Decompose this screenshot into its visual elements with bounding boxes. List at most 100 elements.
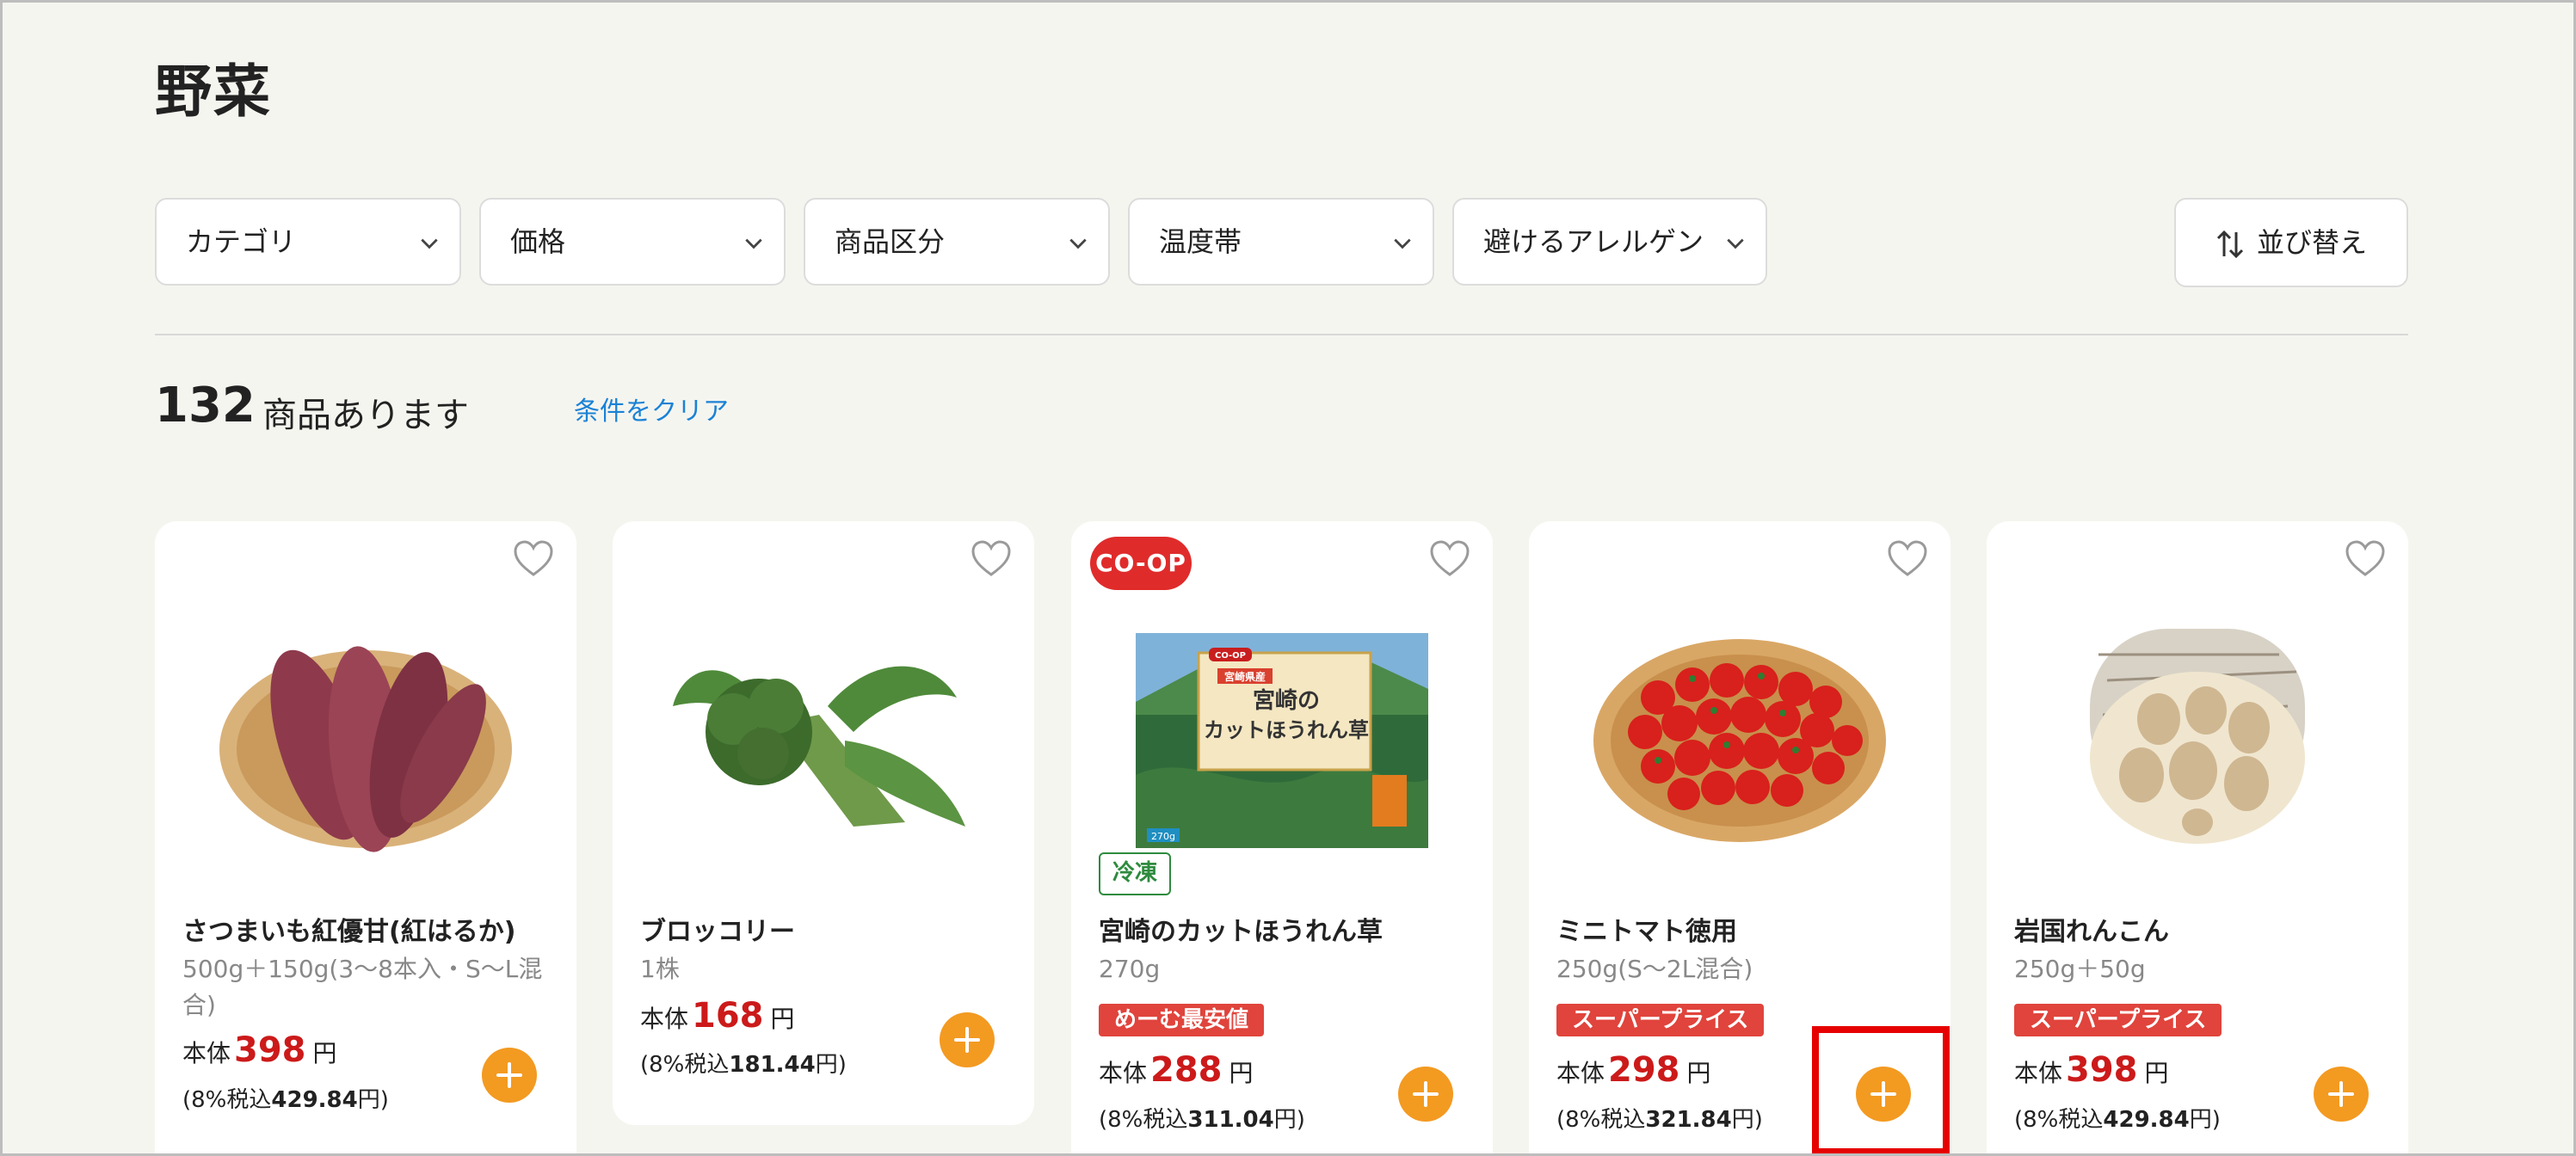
- product-size: 500g＋150g(3～8本入・S～L混合): [182, 955, 543, 1019]
- filter-allergen-label: 避けるアレルゲン: [1483, 225, 1704, 258]
- add-to-cart-button[interactable]: [940, 1012, 995, 1067]
- add-to-cart-button[interactable]: [482, 1048, 537, 1103]
- tax-prefix: (8%税込: [182, 1087, 272, 1113]
- tax-suffix: 円): [1273, 1107, 1305, 1133]
- tax-suffix: 円): [1731, 1107, 1763, 1133]
- heart-icon[interactable]: [1429, 540, 1470, 578]
- price-prefix: 本体: [1556, 1059, 1605, 1087]
- price-prefix: 本体: [182, 1039, 231, 1067]
- tax-prefix: (8%税込: [1556, 1107, 1646, 1133]
- tax-prefix: (8%税込: [640, 1052, 730, 1078]
- price-value: 398: [234, 1030, 306, 1070]
- promo-tag: スーパープライス: [1556, 1004, 1765, 1036]
- product-card[interactable]: ブロッコリー 1株 本体 168 円 (8%税込181.44円): [613, 521, 1034, 1125]
- sort-label: 並び替え: [2256, 226, 2367, 259]
- product-size: 1株: [640, 955, 680, 983]
- product-tax-price: (8%税込429.84円): [182, 1082, 389, 1114]
- product-price: 本体 168 円: [640, 996, 795, 1036]
- product-image-sweet-potato[interactable]: [189, 603, 542, 852]
- divider: [155, 334, 2408, 335]
- price-suffix: 円: [2144, 1059, 2169, 1087]
- price-suffix: 円: [1229, 1059, 1254, 1087]
- package-weight-text: 270g: [1151, 831, 1175, 842]
- product-tax-price: (8%税込181.44円): [640, 1047, 847, 1079]
- filter-price[interactable]: 価格: [479, 198, 786, 286]
- product-name[interactable]: 宮崎のカットほうれん草: [1099, 910, 1383, 948]
- app-frame: 野菜 カテゴリ 価格 商品区分 温度帯 避けるアレルゲン 並び替え 132 商品…: [0, 0, 2576, 1156]
- product-tax-price: (8%税込311.04円): [1099, 1102, 1305, 1134]
- sort-button[interactable]: 並び替え: [2174, 198, 2408, 287]
- filter-price-label: 価格: [510, 225, 566, 258]
- price-suffix: 円: [1686, 1059, 1711, 1087]
- package-coop-text: CO-OP: [1215, 651, 1246, 661]
- tax-value: 181.44: [729, 1052, 816, 1078]
- product-price: 本体 398 円: [2014, 1050, 2169, 1090]
- highlight-box: [1812, 1026, 1950, 1153]
- chevron-down-icon: [745, 238, 762, 249]
- clear-filters-link[interactable]: 条件をクリア: [574, 390, 729, 427]
- product-tax-price: (8%税込321.84円): [1556, 1102, 1763, 1134]
- product-image-broccoli[interactable]: [647, 603, 1000, 852]
- product-name[interactable]: さつまいも紅優甘(紅はるか): [182, 910, 515, 948]
- filter-temperature-label: 温度帯: [1159, 225, 1242, 258]
- sort-arrows-icon: [2216, 230, 2244, 259]
- package-line1-text: 宮崎の: [1253, 687, 1320, 714]
- package-line2-text: カットほうれん草: [1204, 718, 1369, 742]
- price-value: 298: [1608, 1050, 1680, 1090]
- product-card[interactable]: さつまいも紅優甘(紅はるか) 500g＋150g(3～8本入・S～L混合) 本体…: [155, 521, 576, 1153]
- frozen-label: 冷凍: [1099, 852, 1172, 895]
- promo-tag: めーむ最安値: [1099, 1004, 1265, 1036]
- tax-suffix: 円): [2189, 1107, 2221, 1133]
- product-name[interactable]: 岩国れんこん: [2014, 910, 2169, 948]
- filter-product-type[interactable]: 商品区分: [804, 198, 1110, 286]
- product-name[interactable]: ミニトマト徳用: [1556, 910, 1737, 948]
- package-region-text: 宮崎県産: [1224, 670, 1266, 683]
- price-value: 168: [692, 996, 764, 1036]
- product-size: 250g(S～2L混合): [1556, 955, 1753, 983]
- add-to-cart-button[interactable]: [2314, 1067, 2369, 1122]
- tax-suffix: 円): [815, 1052, 847, 1078]
- promo-tag: スーパープライス: [2014, 1004, 2222, 1036]
- product-card[interactable]: CO-OP CO-OP 宮崎県産 宮崎の カットほうれん草 270g 冷凍 宮崎…: [1071, 521, 1493, 1153]
- filter-category-label: カテゴリ: [186, 225, 297, 258]
- product-image-lotus-root[interactable]: [2021, 603, 2374, 852]
- product-price: 本体 298 円: [1556, 1050, 1711, 1090]
- result-count-label: 商品あります: [262, 396, 469, 435]
- price-prefix: 本体: [640, 1005, 689, 1033]
- add-to-cart-button[interactable]: [1398, 1067, 1453, 1122]
- filter-temperature[interactable]: 温度帯: [1128, 198, 1434, 286]
- product-image-mini-tomato[interactable]: [1563, 603, 1916, 852]
- price-suffix: 円: [312, 1039, 337, 1067]
- heart-icon[interactable]: [513, 540, 554, 578]
- heart-icon[interactable]: [2345, 540, 2386, 578]
- product-size: 270g: [1099, 955, 1161, 983]
- price-suffix: 円: [770, 1005, 795, 1033]
- tax-prefix: (8%税込: [1099, 1107, 1188, 1133]
- product-price: 本体 288 円: [1099, 1050, 1254, 1090]
- tax-value: 429.84: [271, 1087, 358, 1113]
- heart-icon[interactable]: [1887, 540, 1928, 578]
- heart-icon[interactable]: [971, 540, 1012, 578]
- tax-value: 321.84: [1645, 1107, 1732, 1133]
- price-prefix: 本体: [2014, 1059, 2063, 1087]
- price-value: 398: [2066, 1050, 2138, 1090]
- product-size: 250g＋50g: [2014, 955, 2146, 983]
- product-price: 本体 398 円: [182, 1030, 337, 1070]
- tax-suffix: 円): [357, 1087, 389, 1113]
- product-tax-price: (8%税込429.84円): [2014, 1102, 2221, 1134]
- page-title: 野菜: [155, 58, 272, 125]
- price-value: 288: [1150, 1050, 1223, 1090]
- result-count: 132: [155, 378, 256, 434]
- price-prefix: 本体: [1099, 1059, 1148, 1087]
- product-name[interactable]: ブロッコリー: [640, 910, 795, 948]
- tax-prefix: (8%税込: [2014, 1107, 2104, 1133]
- filter-allergen[interactable]: 避けるアレルゲン: [1452, 198, 1767, 286]
- filter-product-type-label: 商品区分: [835, 225, 946, 258]
- product-card[interactable]: 岩国れんこん 250g＋50g スーパープライス 本体 398 円 (8%税込429…: [1987, 521, 2408, 1153]
- chevron-down-icon: [1069, 238, 1087, 249]
- filter-category[interactable]: カテゴリ: [155, 198, 461, 286]
- tax-value: 429.84: [2103, 1107, 2190, 1133]
- product-image-spinach-package[interactable]: CO-OP 宮崎県産 宮崎の カットほうれん草 270g: [1106, 603, 1458, 852]
- tax-value: 311.04: [1187, 1107, 1274, 1133]
- coop-badge: CO-OP: [1090, 537, 1192, 590]
